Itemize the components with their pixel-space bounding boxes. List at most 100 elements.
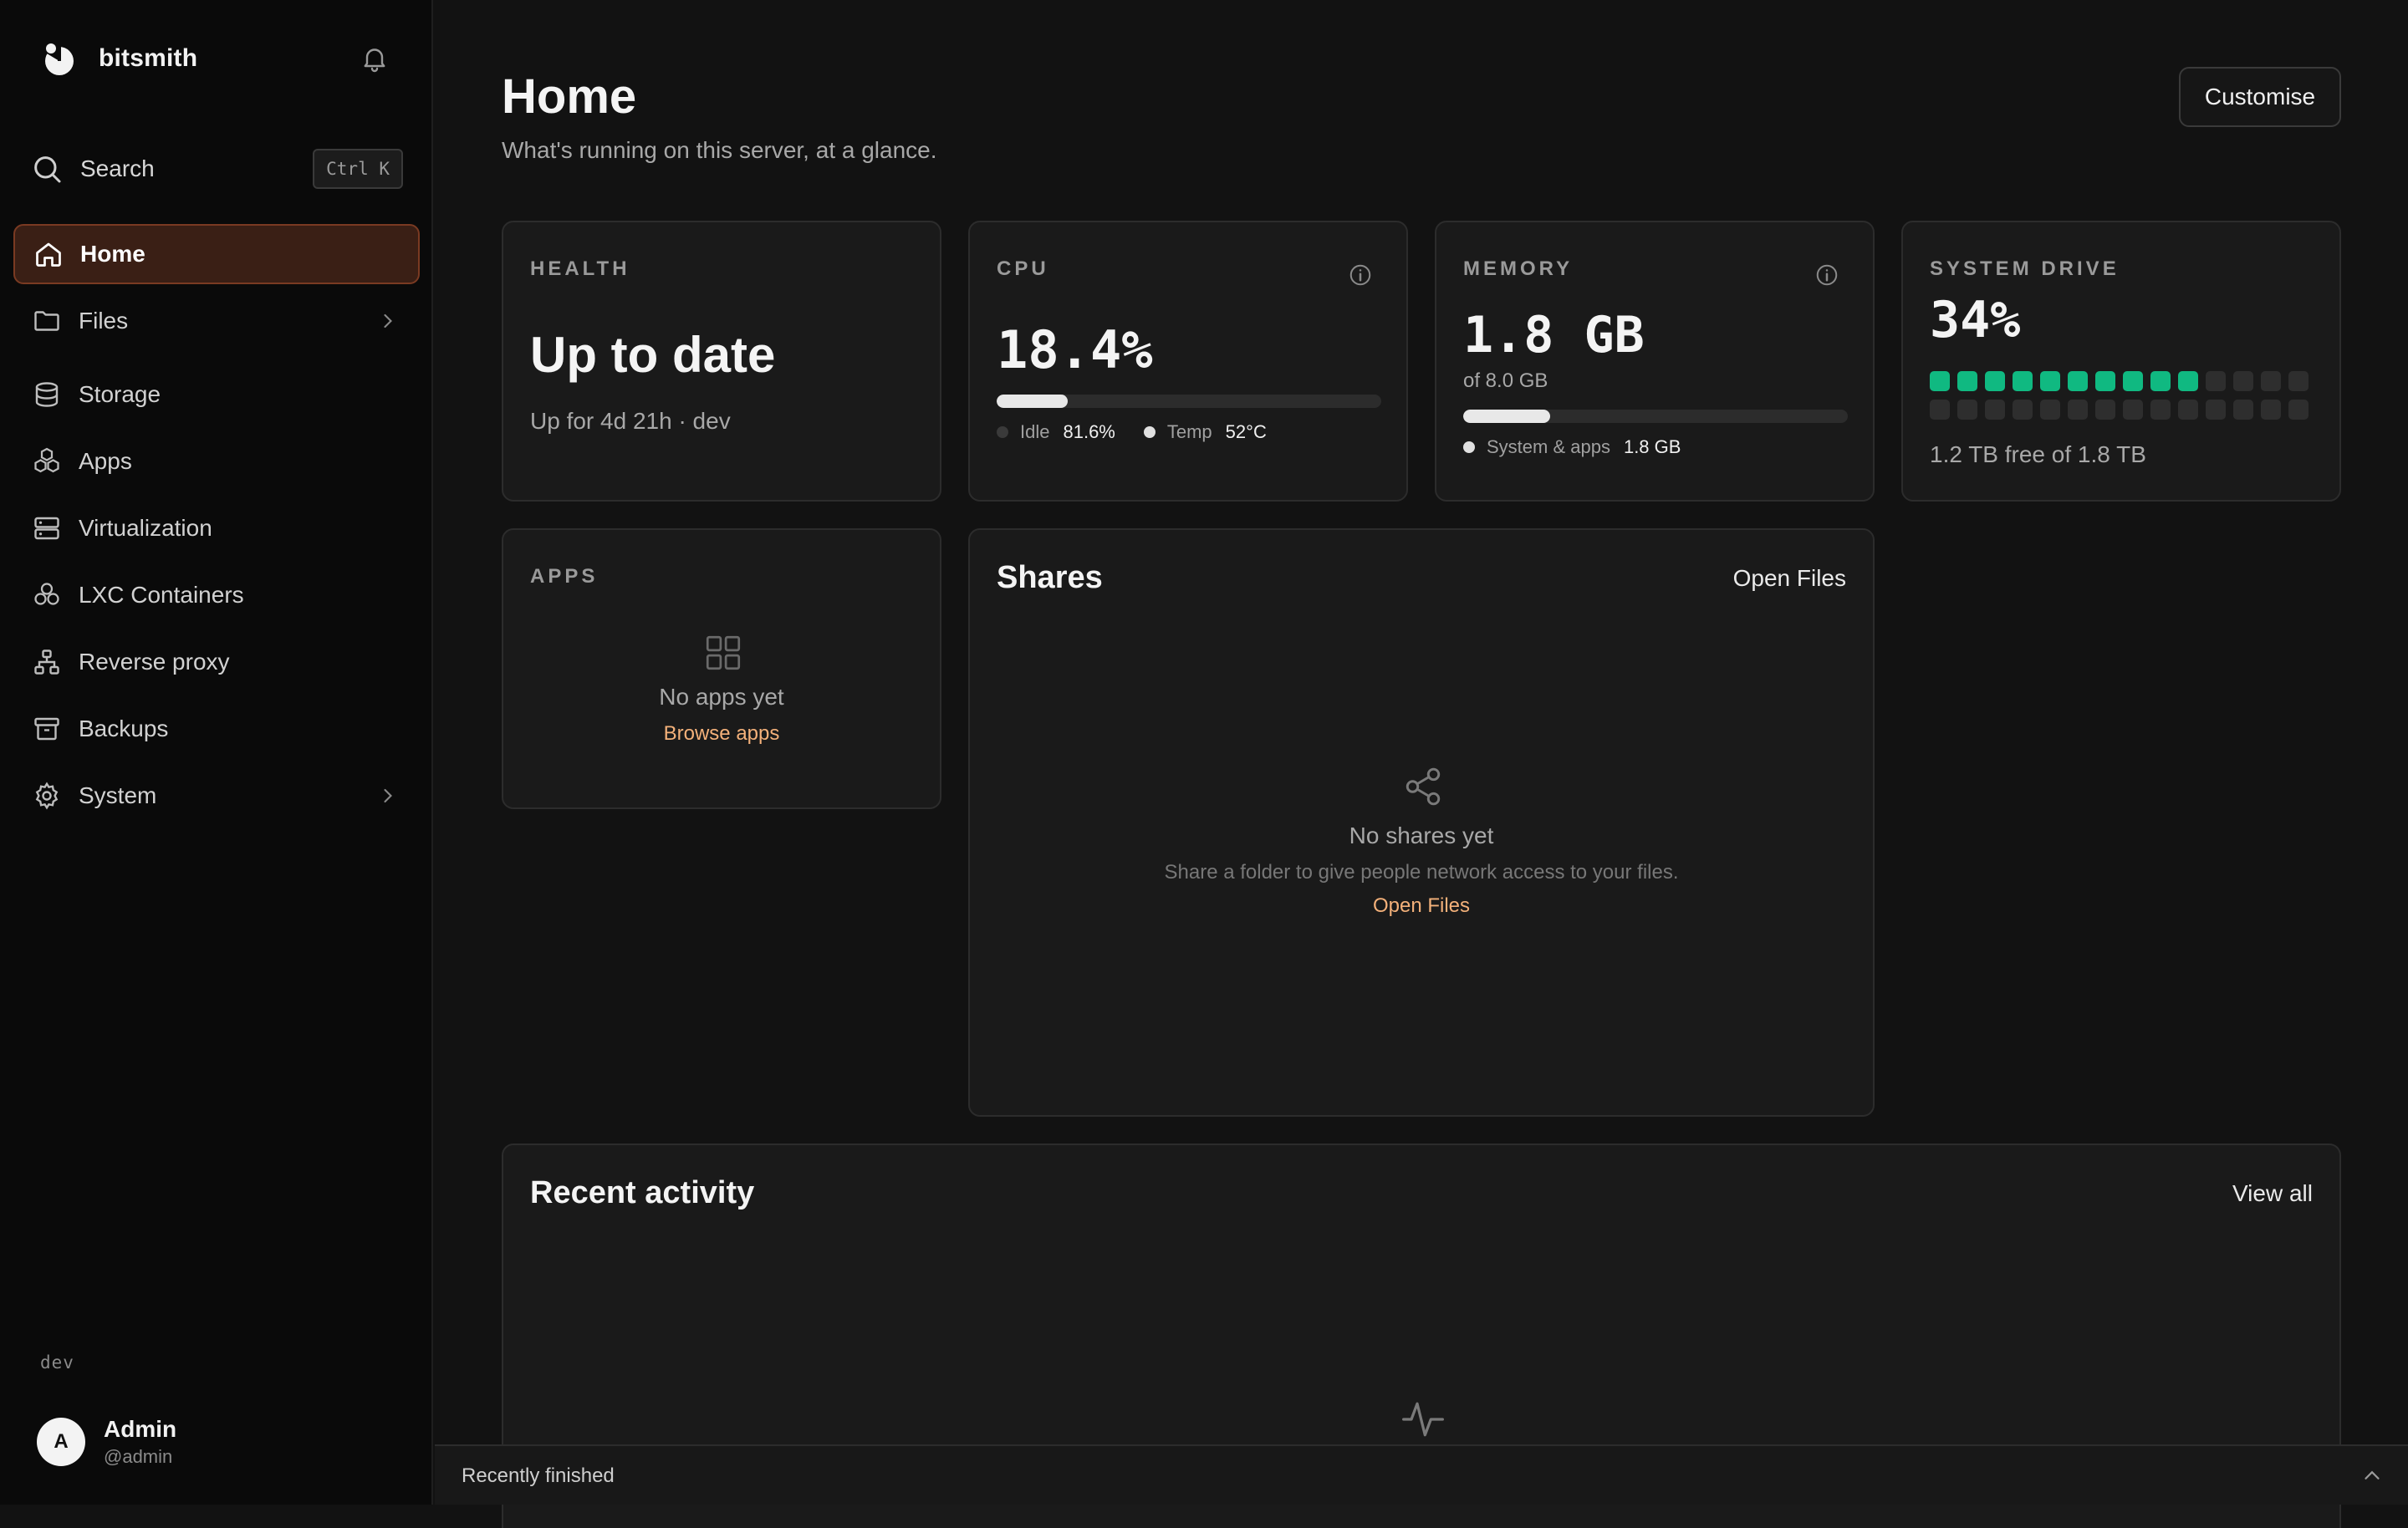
drive-block-used: [2150, 371, 2171, 391]
sidebar-item-reverse-proxy[interactable]: Reverse proxy: [13, 632, 420, 692]
cpu-card: CPU 18.4% Idle 81.6% Temp 52°C: [968, 221, 1408, 502]
sidebar: bitsmith Search Ctrl K Home Files Storag…: [0, 0, 433, 1505]
recently-finished-label: Recently finished: [462, 1464, 615, 1487]
brand[interactable]: bitsmith: [38, 38, 197, 79]
system-drive-detail: 1.2 TB free of 1.8 TB: [1930, 441, 2146, 467]
bitsmith-logo-icon: [43, 42, 74, 75]
apps-card: APPS No apps yet Browse apps: [502, 528, 941, 809]
apps-label: APPS: [530, 565, 599, 588]
page-subtitle: What's running on this server, at a glan…: [502, 137, 937, 163]
database-icon: [30, 378, 64, 411]
drive-block-free: [1957, 400, 1977, 420]
idle-label: Idle: [1020, 421, 1050, 442]
drive-block-used: [2178, 371, 2198, 391]
memory-legend: System & apps 1.8 GB: [1463, 436, 1681, 458]
memory-usage-bar: [1463, 410, 1848, 423]
memory-card: MEMORY 1.8 GB of 8.0 GB System & apps 1.…: [1435, 221, 1875, 502]
apps-icon: [30, 445, 64, 478]
sidebar-item-virtualization[interactable]: Virtualization: [13, 498, 420, 558]
system-drive-card: SYSTEM DRIVE 34% 1.2 TB free of 1.8 TB: [1901, 221, 2341, 502]
temp-dot: [1143, 426, 1156, 438]
memory-legend-label: System & apps: [1487, 436, 1610, 457]
open-files-header-link[interactable]: Open Files: [1733, 565, 1846, 592]
sidebar-item-apps[interactable]: Apps: [13, 431, 420, 492]
share-icon: [1406, 767, 1441, 806]
memory-usage-fill: [1463, 410, 1550, 423]
info-icon[interactable]: [1814, 262, 1839, 288]
memory-label: MEMORY: [1463, 257, 1574, 280]
temp-value: 52°C: [1225, 421, 1267, 442]
sidebar-item-label: Apps: [79, 448, 132, 474]
sidebar-item-home[interactable]: Home: [13, 224, 420, 284]
recently-finished-bar[interactable]: Recently finished: [435, 1444, 2408, 1505]
chevron-up-icon[interactable]: [2360, 1463, 2385, 1488]
shares-empty-title: No shares yet: [1349, 823, 1494, 848]
sidebar-item-label: Virtualization: [79, 515, 212, 541]
system-drive-usage-blocks: [1930, 371, 2309, 420]
shares-empty-description: Share a folder to give people network ac…: [1164, 861, 1679, 884]
sidebar-item-backups[interactable]: Backups: [13, 699, 420, 759]
gear-icon: [30, 779, 64, 812]
drive-block-free: [2206, 400, 2226, 420]
shares-card: Shares Open Files No shares yet Share a …: [968, 528, 1875, 1117]
drive-block-free: [2206, 371, 2226, 391]
view-all-link[interactable]: View all: [2232, 1180, 2313, 1207]
drive-block-free: [2150, 400, 2171, 420]
drive-block-used: [1957, 371, 1977, 391]
info-icon[interactable]: [1348, 262, 1373, 288]
sidebar-item-label: System: [79, 782, 157, 808]
sidebar-item-label: Storage: [79, 381, 161, 407]
cpu-usage-fill: [997, 395, 1068, 408]
health-status: Up to date: [530, 327, 776, 383]
cpu-legend: Idle 81.6% Temp 52°C: [997, 421, 1267, 443]
user-name: Admin: [104, 1416, 177, 1442]
browse-apps-link[interactable]: Browse apps: [503, 722, 940, 746]
drive-block-free: [2233, 371, 2253, 391]
shares-title: Shares: [997, 560, 1103, 595]
drive-block-free: [2288, 400, 2309, 420]
archive-icon: [30, 712, 64, 746]
user-menu[interactable]: A Admin @admin: [37, 1416, 176, 1468]
drive-block-used: [2040, 371, 2060, 391]
search-icon: [34, 156, 61, 183]
drive-block-used: [2095, 371, 2115, 391]
memory-legend-value: 1.8 GB: [1623, 436, 1681, 457]
recent-activity-title: Recent activity: [530, 1175, 755, 1210]
drive-block-used: [2068, 371, 2088, 391]
bell-icon[interactable]: [360, 43, 390, 74]
drive-block-used: [1985, 371, 2005, 391]
sidebar-item-lxc-containers[interactable]: LXC Containers: [13, 565, 420, 625]
system-drive-value: 34%: [1930, 291, 2021, 349]
drive-block-free: [2178, 400, 2198, 420]
drive-block-free: [2288, 371, 2309, 391]
drive-block-free: [2013, 400, 2033, 420]
drive-block-free: [2095, 400, 2115, 420]
home-icon: [32, 237, 65, 271]
containers-icon: [30, 578, 64, 612]
idle-dot: [997, 426, 1008, 438]
drive-block-used: [1930, 371, 1950, 391]
health-card: HEALTH Up to date Up for 4d 21h · dev: [502, 221, 941, 502]
chevron-right-icon: [384, 788, 392, 803]
server-icon: [30, 512, 64, 545]
avatar: A: [37, 1418, 85, 1466]
memory-total: of 8.0 GB: [1463, 369, 1548, 392]
customise-button[interactable]: Customise: [2179, 67, 2341, 127]
search-button[interactable]: Search Ctrl K: [30, 147, 403, 191]
sidebar-item-storage[interactable]: Storage: [13, 364, 420, 425]
search-shortcut: Ctrl K: [313, 149, 403, 189]
folder-icon: [30, 304, 64, 338]
cpu-value: 18.4%: [997, 319, 1153, 380]
drive-block-free: [1985, 400, 2005, 420]
drive-block-free: [2261, 400, 2281, 420]
apps-empty-text: No apps yet: [659, 684, 784, 710]
cpu-usage-bar: [997, 395, 1381, 408]
drive-block-used: [2123, 371, 2143, 391]
sidebar-item-system[interactable]: System: [13, 766, 420, 826]
drive-block-free: [2040, 400, 2060, 420]
health-label: HEALTH: [530, 257, 630, 280]
sidebar-item-label: Reverse proxy: [79, 649, 230, 675]
sidebar-item-files[interactable]: Files: [13, 291, 420, 351]
open-files-link[interactable]: Open Files: [970, 894, 1873, 918]
system-apps-dot: [1463, 441, 1475, 453]
